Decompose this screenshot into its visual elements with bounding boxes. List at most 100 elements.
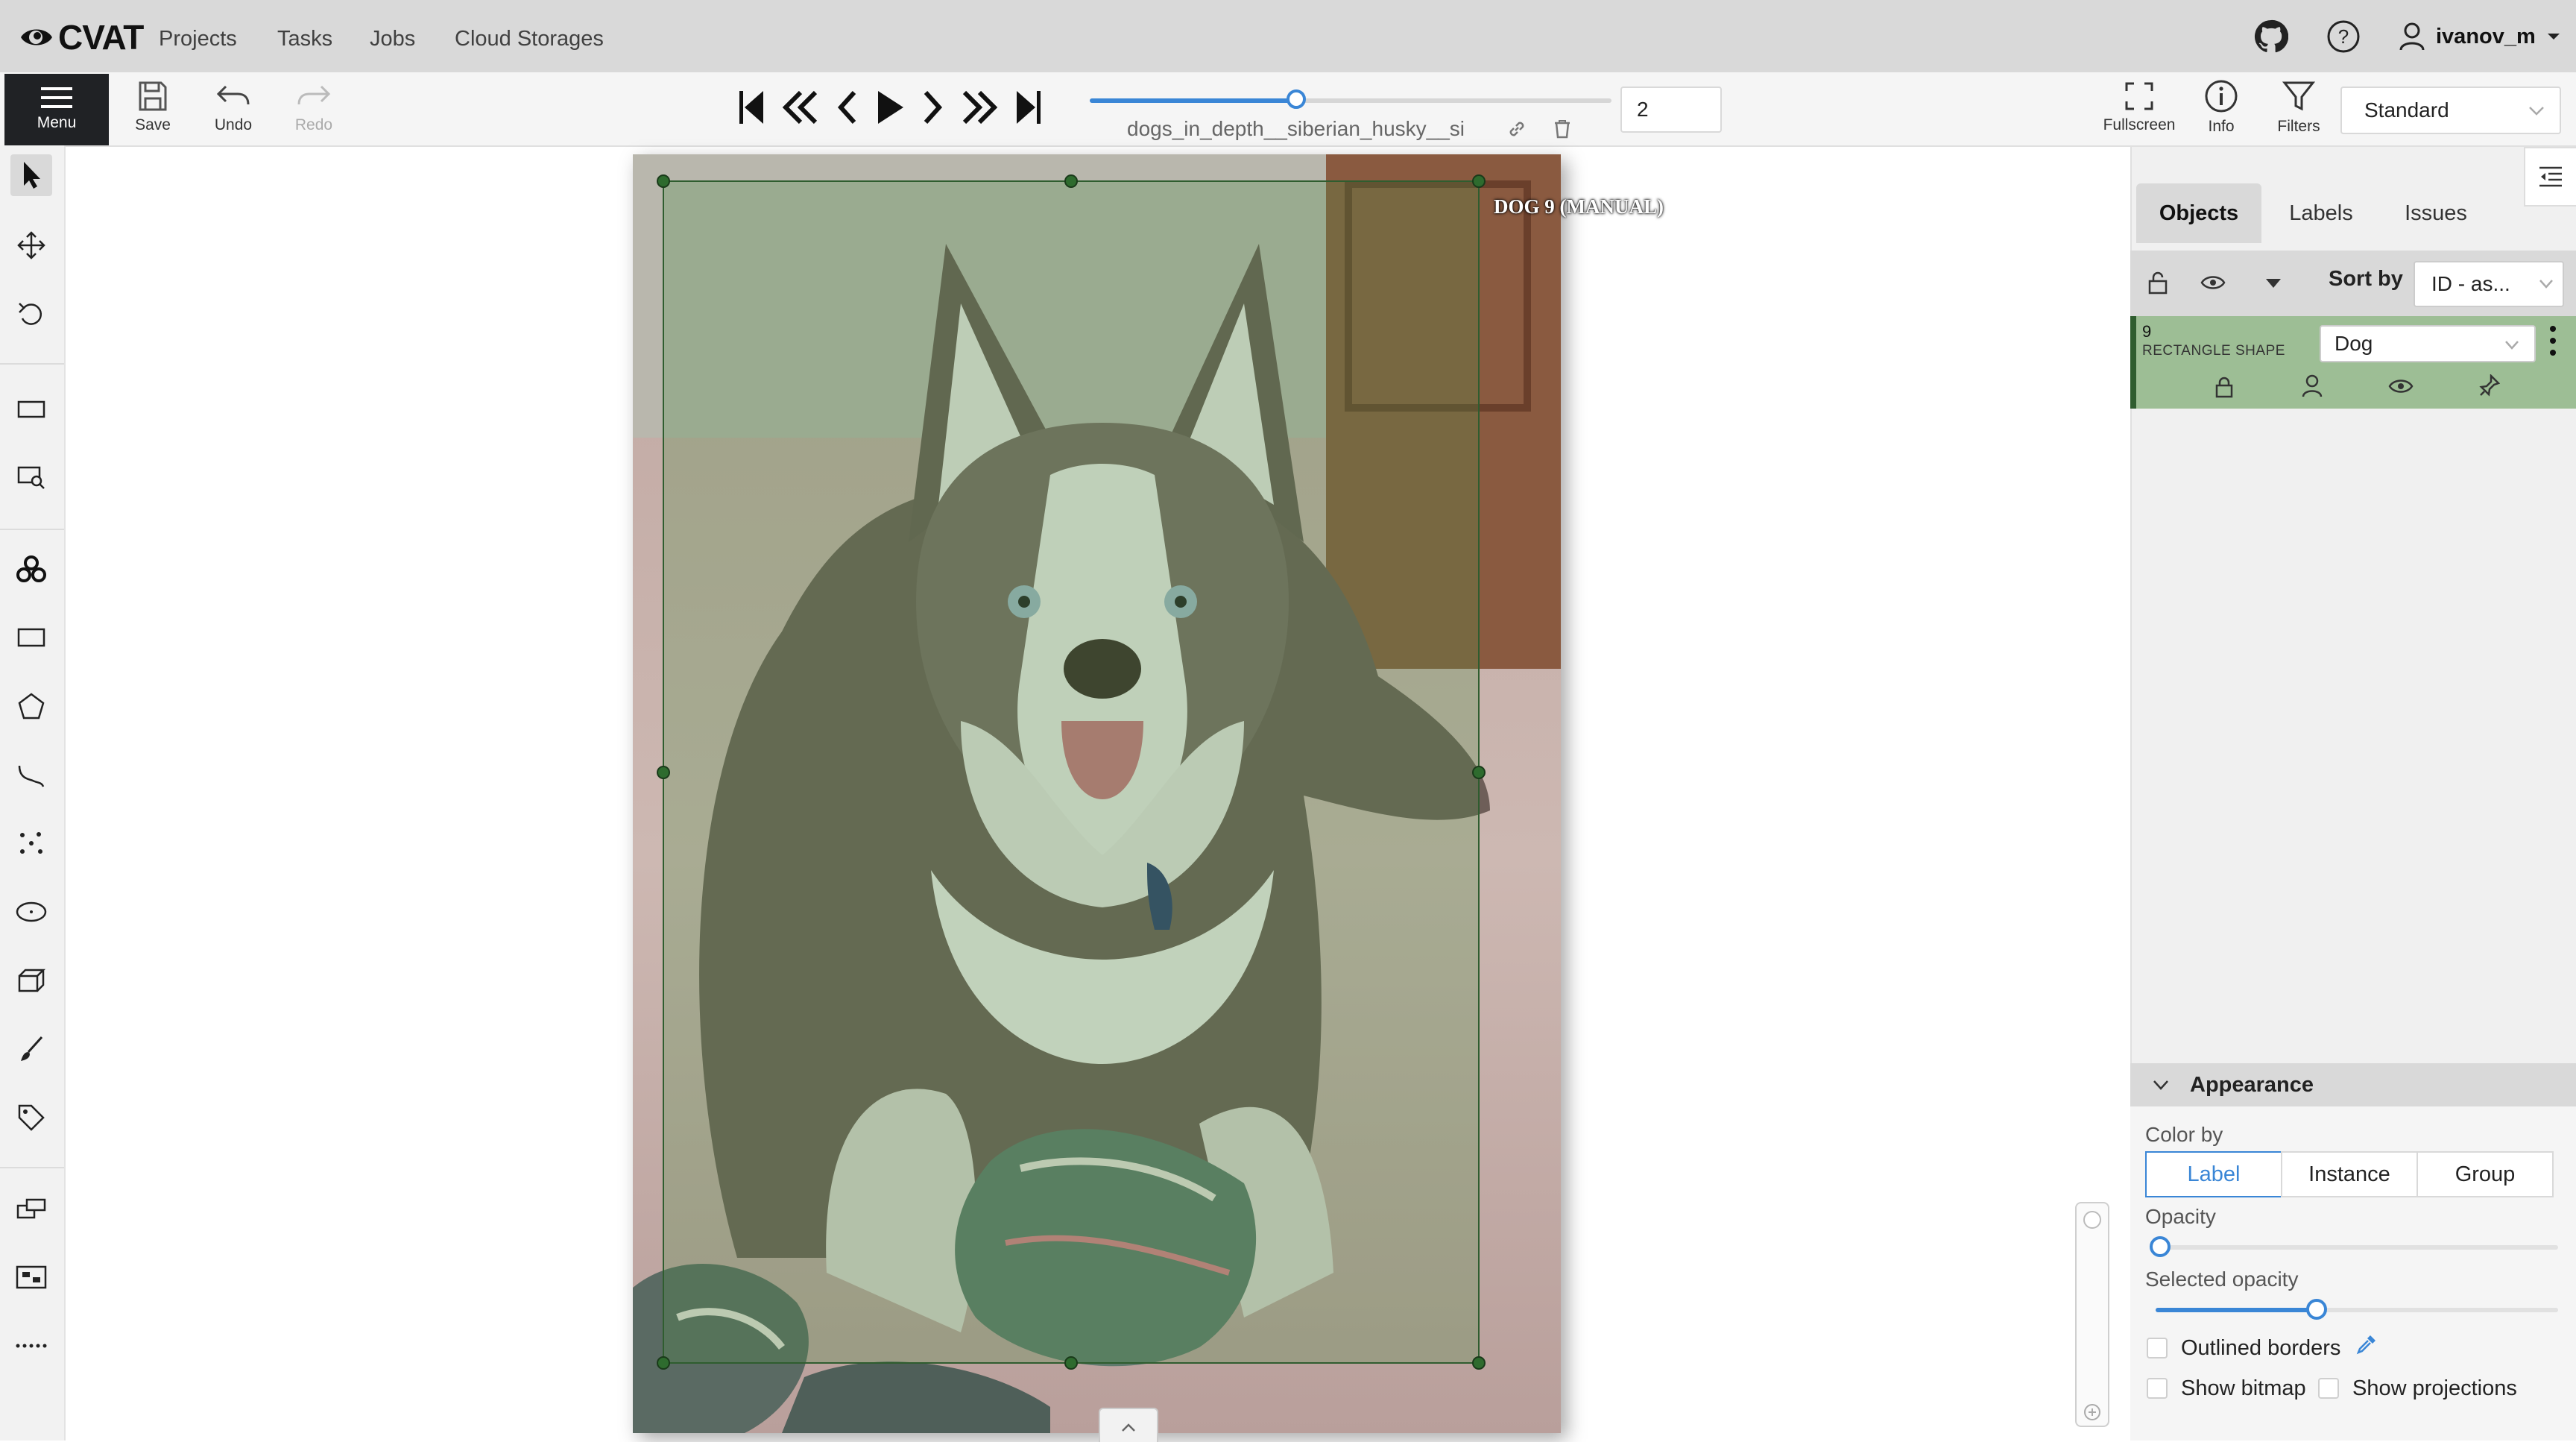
hamburger-icon: [41, 87, 72, 108]
delete-frame-icon[interactable]: [1553, 119, 1571, 139]
tab-objects[interactable]: Objects: [2136, 183, 2261, 243]
frame-number-input[interactable]: 2: [1620, 86, 1722, 133]
chevron-down-icon: [2539, 280, 2553, 289]
object-caption: DOG 9 (MANUAL): [1494, 195, 1664, 218]
color-by-instance-option[interactable]: Instance: [2281, 1151, 2418, 1197]
previous-frame-icon[interactable]: [836, 88, 859, 127]
tool-divider: [0, 1167, 64, 1168]
github-icon[interactable]: [2254, 19, 2288, 54]
svg-text:?: ?: [2338, 25, 2349, 48]
undo-button[interactable]: Undo: [207, 82, 259, 134]
bottom-panel-toggle[interactable]: [1099, 1408, 1158, 1442]
occluded-icon[interactable]: [2302, 374, 2323, 398]
rotate-tool[interactable]: [10, 293, 52, 335]
redo-button[interactable]: Redo: [288, 82, 340, 134]
zoom-region-tool[interactable]: [10, 457, 52, 499]
frame-slider-handle[interactable]: [1287, 89, 1306, 109]
chevron-up-icon: [1122, 1423, 1135, 1432]
filters-button[interactable]: Filters: [2269, 79, 2329, 136]
rotate-icon: [19, 303, 42, 325]
sidebar-collapse-button[interactable]: [2524, 147, 2576, 207]
resize-handle[interactable]: [1472, 1356, 1486, 1370]
user-menu[interactable]: ivanov_m: [2399, 19, 2561, 54]
resize-handle[interactable]: [1472, 766, 1486, 779]
selected-opacity-slider-handle[interactable]: [2306, 1299, 2327, 1320]
resize-handle[interactable]: [657, 174, 670, 188]
help-icon[interactable]: ?: [2326, 19, 2361, 54]
zoom-in-icon[interactable]: [2083, 1403, 2101, 1421]
eye-icon[interactable]: [2200, 273, 2226, 292]
draw-polyline-tool[interactable]: [10, 754, 52, 796]
info-button[interactable]: Info: [2191, 79, 2251, 136]
visibility-icon[interactable]: [2388, 377, 2414, 395]
more-tools[interactable]: [10, 1325, 52, 1367]
color-picker-icon[interactable]: [2355, 1333, 2378, 1356]
workspace-select[interactable]: Standard: [2340, 86, 2561, 134]
group-shapes-tool[interactable]: [10, 1256, 52, 1298]
move-tool[interactable]: [10, 224, 52, 266]
nav-projects[interactable]: Projects: [159, 0, 237, 72]
more-vertical-icon[interactable]: [2549, 325, 2557, 356]
fit-frame-icon: [17, 400, 45, 418]
backward-step-icon[interactable]: [781, 88, 820, 127]
draw-rectangle-tool[interactable]: [10, 617, 52, 658]
redo-icon: [297, 85, 331, 105]
pin-icon[interactable]: [2479, 374, 2500, 397]
color-by-group-option[interactable]: Group: [2416, 1151, 2554, 1197]
sort-select[interactable]: ID - as...: [2414, 261, 2564, 307]
last-frame-icon[interactable]: [1015, 88, 1042, 127]
setup-tag-tool[interactable]: [10, 1097, 52, 1139]
menu-button[interactable]: Menu: [4, 74, 109, 145]
menu-fold-icon: [2539, 166, 2562, 187]
caret-down-icon[interactable]: [2264, 277, 2282, 289]
resize-handle[interactable]: [1472, 174, 1486, 188]
save-button[interactable]: Save: [127, 81, 179, 134]
zoom-handle[interactable]: [2083, 1211, 2101, 1229]
zoom-region-icon: [17, 466, 45, 489]
opacity-slider-track[interactable]: [2156, 1245, 2558, 1250]
nav-tasks[interactable]: Tasks: [277, 0, 332, 72]
draw-cuboid-tool[interactable]: [10, 960, 52, 1001]
draw-ellipse-tool[interactable]: [10, 891, 52, 933]
lock-all-icon[interactable]: [2147, 270, 2169, 295]
next-frame-icon[interactable]: [921, 88, 944, 127]
zoom-control[interactable]: [2075, 1202, 2109, 1427]
tab-issues[interactable]: Issues: [2381, 183, 2491, 243]
annotation-bounding-box[interactable]: [657, 174, 1486, 1370]
cursor-tool[interactable]: [10, 154, 52, 196]
lock-icon[interactable]: [2214, 376, 2235, 398]
fit-image-tool[interactable]: [10, 388, 52, 430]
nav-cloud-storages[interactable]: Cloud Storages: [455, 0, 604, 72]
appearance-header[interactable]: Appearance: [2130, 1063, 2576, 1106]
resize-handle[interactable]: [1064, 1356, 1078, 1370]
color-by-label-option[interactable]: Label: [2145, 1151, 2282, 1197]
resize-handle[interactable]: [1064, 174, 1078, 188]
outlined-borders-checkbox[interactable]: [2147, 1338, 2168, 1358]
forward-step-icon[interactable]: [960, 88, 999, 127]
show-bitmap-checkbox[interactable]: [2147, 1378, 2168, 1399]
nav-jobs[interactable]: Jobs: [370, 0, 415, 72]
object-id: 9: [2142, 322, 2152, 341]
show-projections-checkbox[interactable]: [2318, 1378, 2339, 1399]
play-icon[interactable]: [875, 88, 905, 127]
tool-divider: [0, 363, 64, 365]
fullscreen-button[interactable]: Fullscreen: [2096, 81, 2182, 134]
link-icon[interactable]: [1507, 119, 1527, 139]
first-frame-icon[interactable]: [738, 88, 765, 127]
ai-tools[interactable]: [10, 548, 52, 590]
merge-shapes-tool[interactable]: [10, 1188, 52, 1230]
resize-handle[interactable]: [657, 1356, 670, 1370]
chevron-down-icon: [2529, 107, 2544, 116]
opacity-slider-handle[interactable]: [2150, 1236, 2171, 1257]
object-label-select[interactable]: Dog: [2320, 325, 2536, 362]
polygon-icon: [18, 693, 45, 720]
frame-slider-fill: [1090, 98, 1298, 103]
resize-handle[interactable]: [657, 766, 670, 779]
opacity-label: Opacity: [2145, 1205, 2216, 1228]
draw-polygon-tool[interactable]: [10, 685, 52, 727]
draw-points-tool[interactable]: [10, 822, 52, 864]
cvat-logo[interactable]: CVAT: [19, 18, 144, 57]
tab-labels[interactable]: Labels: [2266, 183, 2376, 243]
draw-mask-tool[interactable]: [10, 1028, 52, 1070]
frame-filename: dogs_in_depth__siberian_husky__si: [1127, 117, 1465, 140]
